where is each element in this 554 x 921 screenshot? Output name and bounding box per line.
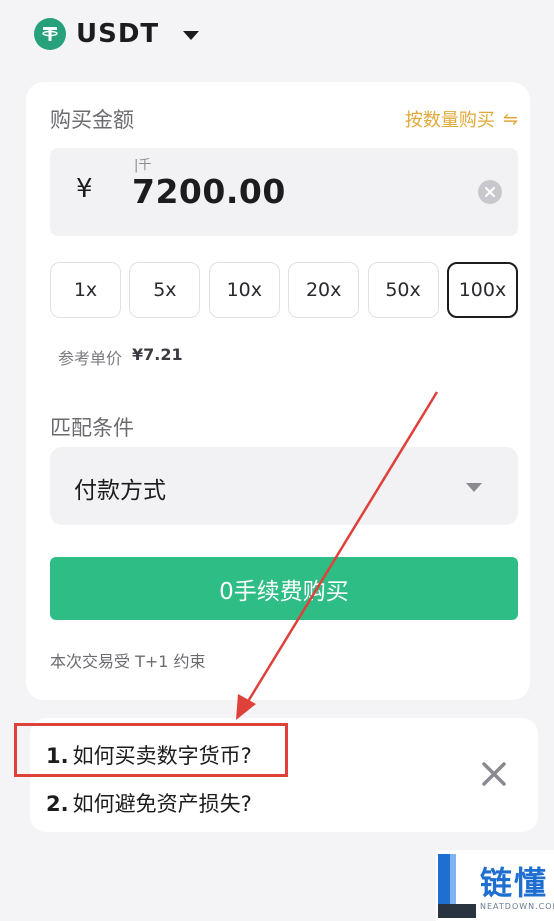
coin-selector[interactable]: USDT [34, 14, 200, 54]
tether-logo-icon [34, 18, 66, 50]
unit-hint: |千 [134, 158, 152, 173]
faq-item-2[interactable]: 2. 如何避免资产损失? [46, 788, 252, 818]
ref-price-value: ¥7.21 [132, 345, 183, 364]
multiplier-1x-button[interactable]: 1x [50, 262, 121, 318]
currency-symbol: ¥ [76, 174, 93, 204]
multiplier-10x-button[interactable]: 10x [208, 262, 280, 318]
multiplier-5x-button[interactable]: 5x [129, 262, 201, 318]
amount-input[interactable]: ¥ |千 7200.00 [50, 148, 518, 236]
close-icon[interactable] [480, 760, 508, 788]
payment-method-select[interactable]: 付款方式 [50, 447, 518, 525]
buy-card: 购买金额 按数量购买 ⇋ ¥ |千 7200.00 1x 5x 10x 20x … [26, 82, 530, 700]
payment-method-label: 付款方式 [74, 478, 166, 504]
t1-note: 本次交易受 T+1 约束 [50, 652, 206, 671]
multiplier-50x-button[interactable]: 50x [367, 262, 439, 318]
multiplier-group: 1x 5x 10x 20x 50x 100x [50, 262, 518, 318]
watermark-l-icon [438, 854, 476, 918]
multiplier-20x-button[interactable]: 20x [288, 262, 360, 318]
switch-label: 按数量购买 [404, 110, 495, 131]
clear-icon[interactable] [478, 180, 502, 204]
amount-title: 购买金额 [50, 108, 134, 132]
watermark-subtext: NEATDOWN.COM [480, 902, 554, 911]
faq-text: 如何避免资产损失? [72, 792, 252, 816]
multiplier-100x-button[interactable]: 100x [446, 262, 518, 318]
match-conditions-title: 匹配条件 [50, 416, 134, 440]
annotation-highlight-box [14, 723, 288, 777]
watermark-logo: 链懂 NEATDOWN.COM [436, 850, 554, 921]
reference-price: 参考单价 ¥7.21 [58, 345, 183, 369]
faq-num: 2. [46, 792, 69, 816]
watermark-text: 链懂 [480, 864, 549, 902]
ref-price-label: 参考单价 [58, 349, 123, 368]
chevron-down-icon[interactable] [183, 30, 200, 40]
buy-by-quantity-link[interactable]: 按数量购买 ⇋ [405, 106, 518, 132]
coin-name: USDT [76, 19, 160, 49]
swap-icon: ⇋ [502, 108, 518, 130]
amount-value[interactable]: 7200.00 [132, 172, 286, 211]
caret-down-icon [466, 483, 482, 492]
buy-button[interactable]: 0手续费购买 [50, 557, 518, 620]
